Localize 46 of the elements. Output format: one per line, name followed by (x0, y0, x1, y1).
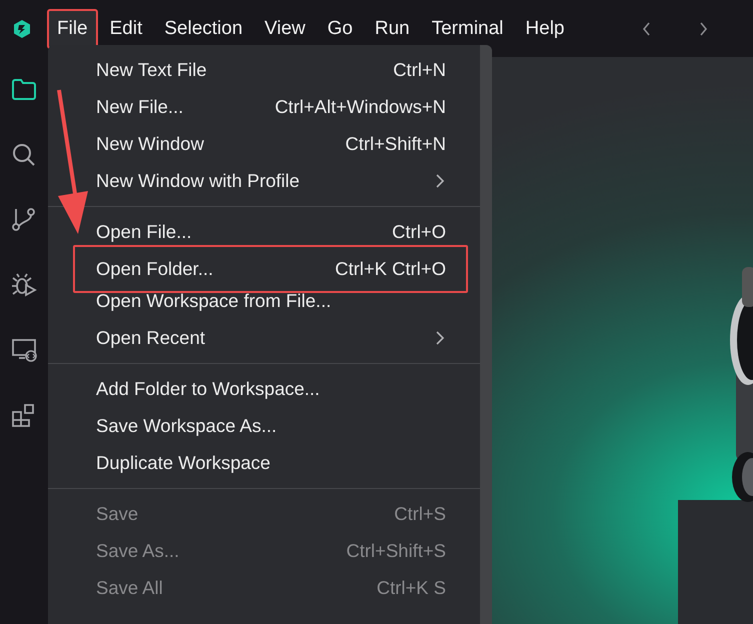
menu-bar-item[interactable]: Selection (154, 8, 253, 48)
shortcut: Ctrl+Shift+N (345, 132, 446, 154)
monitor-icon[interactable] (11, 337, 37, 363)
shortcut: Ctrl+K Ctrl+O (334, 258, 446, 280)
menu-item[interactable]: Add Folder to Workspace... (73, 370, 468, 407)
menu-bar-item[interactable]: Help (515, 8, 574, 48)
menu-item-label: Save As... (96, 540, 180, 562)
menu-item-label: Add Folder to Workspace... (96, 378, 320, 400)
menu-item-label: New Window (96, 132, 204, 154)
shortcut: Ctrl+N (393, 58, 446, 80)
menu-item-label: Save (96, 502, 138, 524)
branch-icon[interactable] (11, 207, 37, 233)
menu-item-label: Open File... (96, 220, 192, 242)
menu-item-label: New File... (96, 96, 184, 118)
logo-icon (12, 18, 32, 38)
menu-item[interactable]: Open Recent (73, 319, 468, 356)
blocks-icon[interactable] (11, 402, 37, 428)
menu-item-label: New Text File (96, 58, 207, 80)
menu-bar-item[interactable]: Edit (100, 8, 152, 48)
menu-bar-item[interactable]: Terminal (422, 8, 514, 48)
menu-bar-item[interactable]: Run (364, 8, 420, 48)
menu-item-label: Open Recent (96, 326, 206, 348)
shortcut: Ctrl+S (394, 502, 446, 524)
menu-item[interactable]: Open Folder... Ctrl+K Ctrl+O (73, 245, 468, 293)
menu-item-label: Save All (96, 576, 163, 598)
shortcut: Ctrl+K S (376, 576, 446, 598)
menu-bar-item[interactable]: Go (317, 8, 363, 48)
menu-bar-item[interactable]: View (254, 8, 316, 48)
shortcut: Ctrl+Shift+S (346, 540, 446, 562)
menu-item[interactable]: New File... Ctrl+Alt+Windows+N (73, 88, 468, 125)
scrollbar[interactable] (480, 45, 492, 624)
search-icon[interactable] (11, 142, 37, 168)
menu-item[interactable]: New Window with Profile (73, 162, 468, 199)
menu-item[interactable]: New Text File Ctrl+N (73, 51, 468, 88)
bug-play-icon[interactable] (11, 272, 37, 298)
shortcut: Ctrl+O (392, 220, 446, 242)
menu-item[interactable]: New Window Ctrl+Shift+N (73, 125, 468, 162)
menu-item[interactable]: Duplicate Workspace (73, 444, 468, 481)
menu-bar-item[interactable]: File (47, 8, 98, 48)
menu-item-label: New Window with Profile (96, 170, 300, 192)
menu-item-label: Duplicate Workspace (96, 452, 270, 474)
menu-item[interactable]: Save Workspace As... (73, 407, 468, 444)
menu-item-label: Save Workspace As... (96, 414, 277, 436)
menu-item-label: Open Folder... (96, 258, 214, 280)
shortcut: Ctrl+Alt+Windows+N (274, 96, 446, 118)
folder-icon[interactable] (11, 77, 37, 103)
